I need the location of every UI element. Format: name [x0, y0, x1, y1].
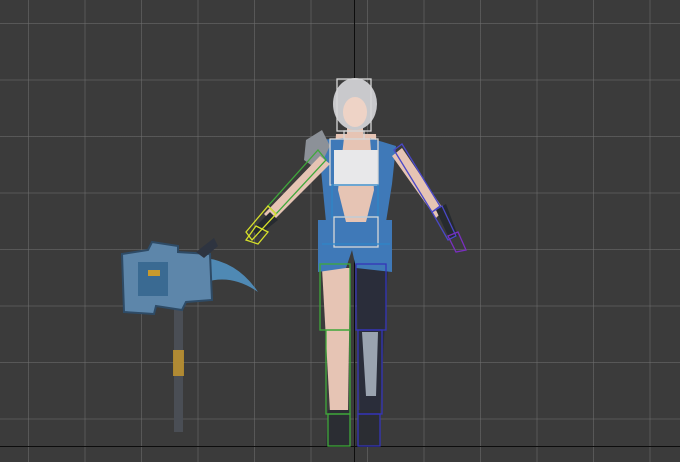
scene-canvas[interactable] — [0, 0, 680, 462]
weapon-hammer[interactable] — [120, 238, 258, 432]
character-model[interactable] — [252, 78, 458, 446]
weapon-plate — [138, 262, 168, 296]
top — [334, 150, 378, 186]
weapon-accent — [148, 270, 160, 276]
weapon-grip — [173, 350, 184, 376]
left-boot — [326, 410, 350, 446]
weapon-blade — [205, 258, 258, 292]
right-boot — [356, 410, 380, 446]
face — [343, 97, 367, 127]
3d-viewport[interactable] — [0, 0, 680, 462]
